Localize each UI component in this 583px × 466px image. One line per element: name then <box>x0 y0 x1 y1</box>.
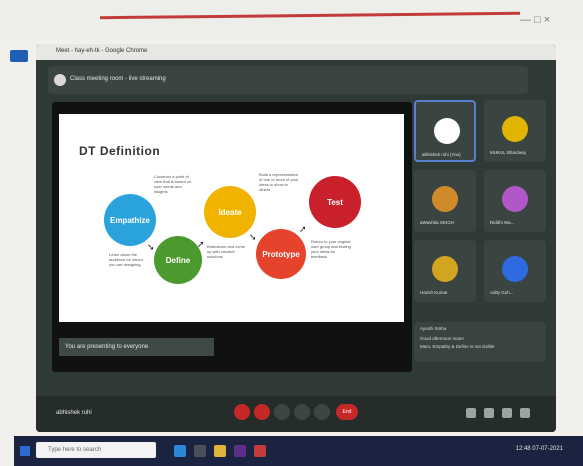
camera-button[interactable] <box>254 404 270 420</box>
presentation-area: DT Definition Empathize Define Ideate Pr… <box>52 102 412 372</box>
captions-button[interactable] <box>274 404 290 420</box>
file-explorer-icon[interactable] <box>214 445 226 457</box>
mic-button[interactable] <box>234 404 250 420</box>
meeting-header: Class meeting room - live streaming <box>48 66 528 94</box>
more-options-button[interactable] <box>314 404 330 420</box>
arrow-icon: ➘ <box>249 232 257 242</box>
participant-name: aWashita SINGH <box>420 220 455 225</box>
browser-tab[interactable]: Meet - hay-eh-tk - Google Chrome <box>56 48 147 54</box>
cortana-icon[interactable] <box>174 445 186 457</box>
slide-title: DT Definition <box>79 144 161 158</box>
chat-line: Mam, Empathy & Define is not visible <box>420 344 495 349</box>
top-window-area: — □ × <box>0 0 583 40</box>
avatar <box>432 186 458 212</box>
participant-tile[interactable]: Adity Guh... <box>484 240 546 302</box>
meeting-controls-bar: abhishek ruhi End <box>36 396 556 432</box>
participant-name: Adity Guh... <box>490 290 514 295</box>
arrow-icon: ➚ <box>299 224 307 234</box>
people-icon[interactable] <box>484 408 494 418</box>
stage-empathize: Empathize <box>104 194 156 246</box>
note-empathize: Learn about the audience for whom you ar… <box>109 252 143 267</box>
participant-tile[interactable]: Riddhi Wa... <box>484 170 546 232</box>
start-icon[interactable] <box>20 446 30 456</box>
blue-app-icon[interactable] <box>10 50 28 62</box>
clock-time: 12:48 <box>515 446 531 452</box>
participant-name: abhishek ruhi (You) <box>422 152 461 157</box>
avatar <box>502 116 528 142</box>
chat-panel: Ayushi Sinha Good afternoon mam! Mam, Em… <box>414 322 546 362</box>
chrome-icon[interactable] <box>234 445 246 457</box>
participant-tile[interactable]: MUKUL Bhardwaj <box>484 100 546 162</box>
avatar <box>502 186 528 212</box>
activities-icon[interactable] <box>520 408 530 418</box>
participant-tile[interactable]: aWashita SINGH <box>414 170 476 232</box>
end-call-button[interactable]: End <box>336 404 358 420</box>
meeting-logo-icon <box>54 74 66 86</box>
avatar <box>434 118 460 144</box>
current-user-name: abhishek ruhi <box>56 410 92 416</box>
window-controls[interactable]: — □ × <box>520 14 550 26</box>
present-button[interactable] <box>294 404 310 420</box>
note-prototype: Build a representation of one or more of… <box>259 172 299 192</box>
arrow-icon: ➚ <box>197 239 205 249</box>
stage-ideate: Ideate <box>204 186 256 238</box>
participant-name: Riddhi Wa... <box>490 220 515 225</box>
avatar <box>502 256 528 282</box>
chat-line: Good afternoon mam! <box>420 336 464 341</box>
meeting-title: Class meeting room - live streaming <box>70 76 166 82</box>
stage-define: Define <box>154 236 202 284</box>
slide: DT Definition Empathize Define Ideate Pr… <box>59 114 404 322</box>
clock-date: 07-07-2021 <box>532 446 563 452</box>
system-clock: 12:48 07-07-2021 <box>516 446 563 452</box>
participant-tile[interactable]: abhishek ruhi (You) <box>414 100 476 162</box>
note-test: Return to your original user group and t… <box>311 239 351 259</box>
participant-name: MUKUL Bhardwaj <box>490 150 526 155</box>
note-ideate: Brainstorm and come up with creative sol… <box>207 244 246 259</box>
avatar <box>432 256 458 282</box>
meeting-window: Meet - hay-eh-tk - Google Chrome Class m… <box>36 44 556 432</box>
participant-tile[interactable]: Harish Kumar <box>414 240 476 302</box>
info-icon[interactable] <box>466 408 476 418</box>
presenting-banner: You are presenting to everyone <box>59 338 214 356</box>
highlight-line <box>99 11 521 20</box>
chat-icon[interactable] <box>502 408 512 418</box>
task-view-icon[interactable] <box>194 445 206 457</box>
app-icon[interactable] <box>254 445 266 457</box>
stage-prototype: Prototype <box>256 229 306 279</box>
stage-test: Test <box>309 176 361 228</box>
note-define: Construct a point of view that is based … <box>154 174 192 194</box>
taskbar: Type here to search 12:48 07-07-2021 <box>14 436 583 466</box>
participant-name: Harish Kumar <box>420 290 448 295</box>
browser-tabstrip: Meet - hay-eh-tk - Google Chrome <box>36 44 556 60</box>
chat-author: Ayushi Sinha <box>420 326 447 331</box>
search-input[interactable]: Type here to search <box>36 442 156 458</box>
